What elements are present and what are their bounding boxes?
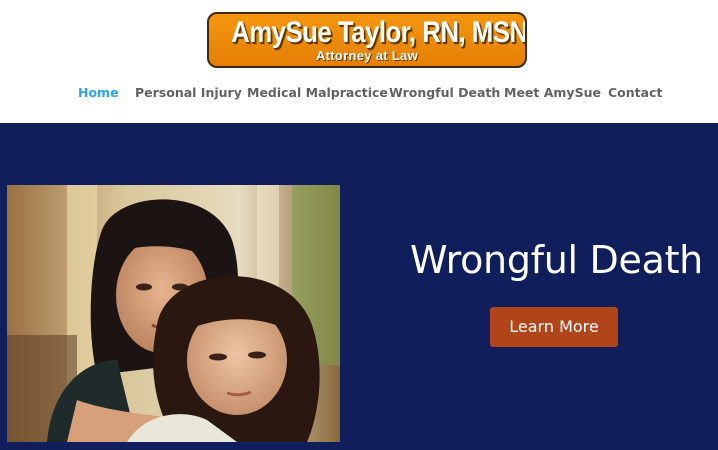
nav-item-home[interactable]: Home (78, 85, 119, 100)
logo-title: AmySue Taylor, RN, MSN, JD (231, 16, 527, 49)
site-logo[interactable]: AmySue Taylor, RN, MSN, JD Attorney at L… (207, 12, 527, 68)
nav-item-contact[interactable]: Contact (608, 85, 662, 100)
hero-photo (7, 185, 340, 442)
hero-photo-illustration (7, 185, 340, 442)
hero-section: Wrongful Death Learn More (0, 123, 718, 450)
nav-item-meet-amysue[interactable]: Meet AmySue (504, 85, 601, 100)
learn-more-button[interactable]: Learn More (490, 307, 618, 347)
main-nav: Home Personal Injury Medical Malpractice… (0, 85, 718, 105)
nav-item-wrongful-death[interactable]: Wrongful Death (389, 85, 500, 100)
page: AmySue Taylor, RN, MSN, JD Attorney at L… (0, 0, 718, 450)
hero-title: Wrongful Death (410, 238, 703, 282)
nav-item-personal-injury[interactable]: Personal Injury (135, 85, 242, 100)
logo-subtitle: Attorney at Law (315, 48, 418, 63)
nav-item-medical-malpractice[interactable]: Medical Malpractice (247, 85, 388, 100)
site-header: AmySue Taylor, RN, MSN, JD Attorney at L… (0, 0, 718, 123)
